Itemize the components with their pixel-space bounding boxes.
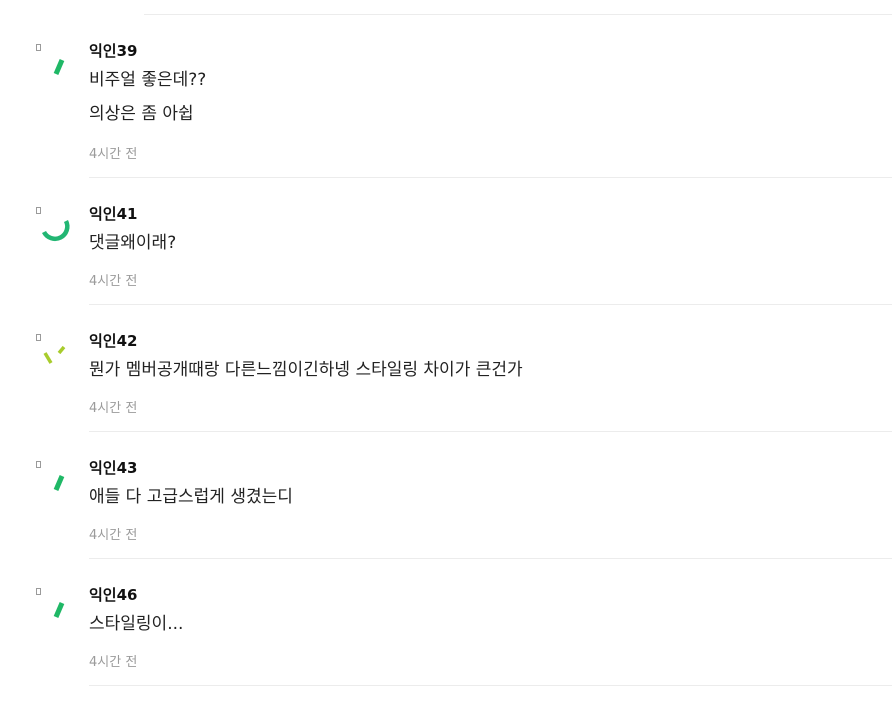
- comment-divider: [89, 685, 892, 686]
- comment-timestamp: 4시간 전: [89, 528, 138, 543]
- comment-text-line: 비주얼 좋은데??: [89, 70, 207, 90]
- loading-spinner-icon: [43, 345, 66, 364]
- comment-body: 뭔가 멤버공개때랑 다른느낌이긴하넹 스타일링 차이가 큰건가: [89, 359, 523, 393]
- comment-body: 비주얼 좋은데?? 의상은 좀 아쉽: [89, 69, 206, 137]
- avatar[interactable]: [36, 461, 72, 497]
- comment-text-line: 스타일링이...: [89, 614, 184, 634]
- avatar[interactable]: [36, 44, 72, 80]
- top-divider: [144, 14, 892, 15]
- comment-divider: [89, 558, 892, 559]
- comment-divider: [89, 431, 892, 432]
- comment-timestamp: 4시간 전: [89, 274, 138, 289]
- comment-nickname[interactable]: 익인39: [89, 42, 137, 60]
- comment-nickname[interactable]: 익인41: [89, 205, 137, 223]
- comment-body: 댓글왜이래?: [89, 232, 176, 266]
- comment-text-line: 의상은 좀 아쉽: [89, 104, 194, 124]
- loading-spinner-icon: [53, 59, 65, 75]
- loading-spinner-icon: [53, 475, 65, 491]
- comment-text-line: 댓글왜이래?: [89, 233, 177, 253]
- avatar[interactable]: [36, 334, 72, 370]
- comment-text-line: 애들 다 고급스럽게 생겼는디: [89, 487, 293, 507]
- comment-body: 애들 다 고급스럽게 생겼는디: [89, 486, 293, 520]
- comment-divider: [89, 304, 892, 305]
- comment-nickname[interactable]: 익인43: [89, 459, 137, 477]
- avatar[interactable]: [36, 588, 72, 624]
- comment-nickname[interactable]: 익인42: [89, 332, 137, 350]
- comment-list: 익인39 비주얼 좋은데?? 의상은 좀 아쉽 4시간 전 익인41 댓글왜이래…: [0, 0, 892, 704]
- comment-timestamp: 4시간 전: [89, 147, 138, 162]
- comment-body: 스타일링이...: [89, 613, 183, 647]
- loading-spinner-icon: [41, 219, 70, 242]
- avatar[interactable]: [36, 207, 72, 243]
- comment-nickname[interactable]: 익인46: [89, 586, 137, 604]
- comment-timestamp: 4시간 전: [89, 655, 138, 670]
- loading-spinner-icon: [53, 602, 65, 618]
- comment-text-line: 뭔가 멤버공개때랑 다른느낌이긴하넹 스타일링 차이가 큰건가: [89, 360, 523, 380]
- comment-divider: [89, 177, 892, 178]
- comment-timestamp: 4시간 전: [89, 401, 138, 416]
